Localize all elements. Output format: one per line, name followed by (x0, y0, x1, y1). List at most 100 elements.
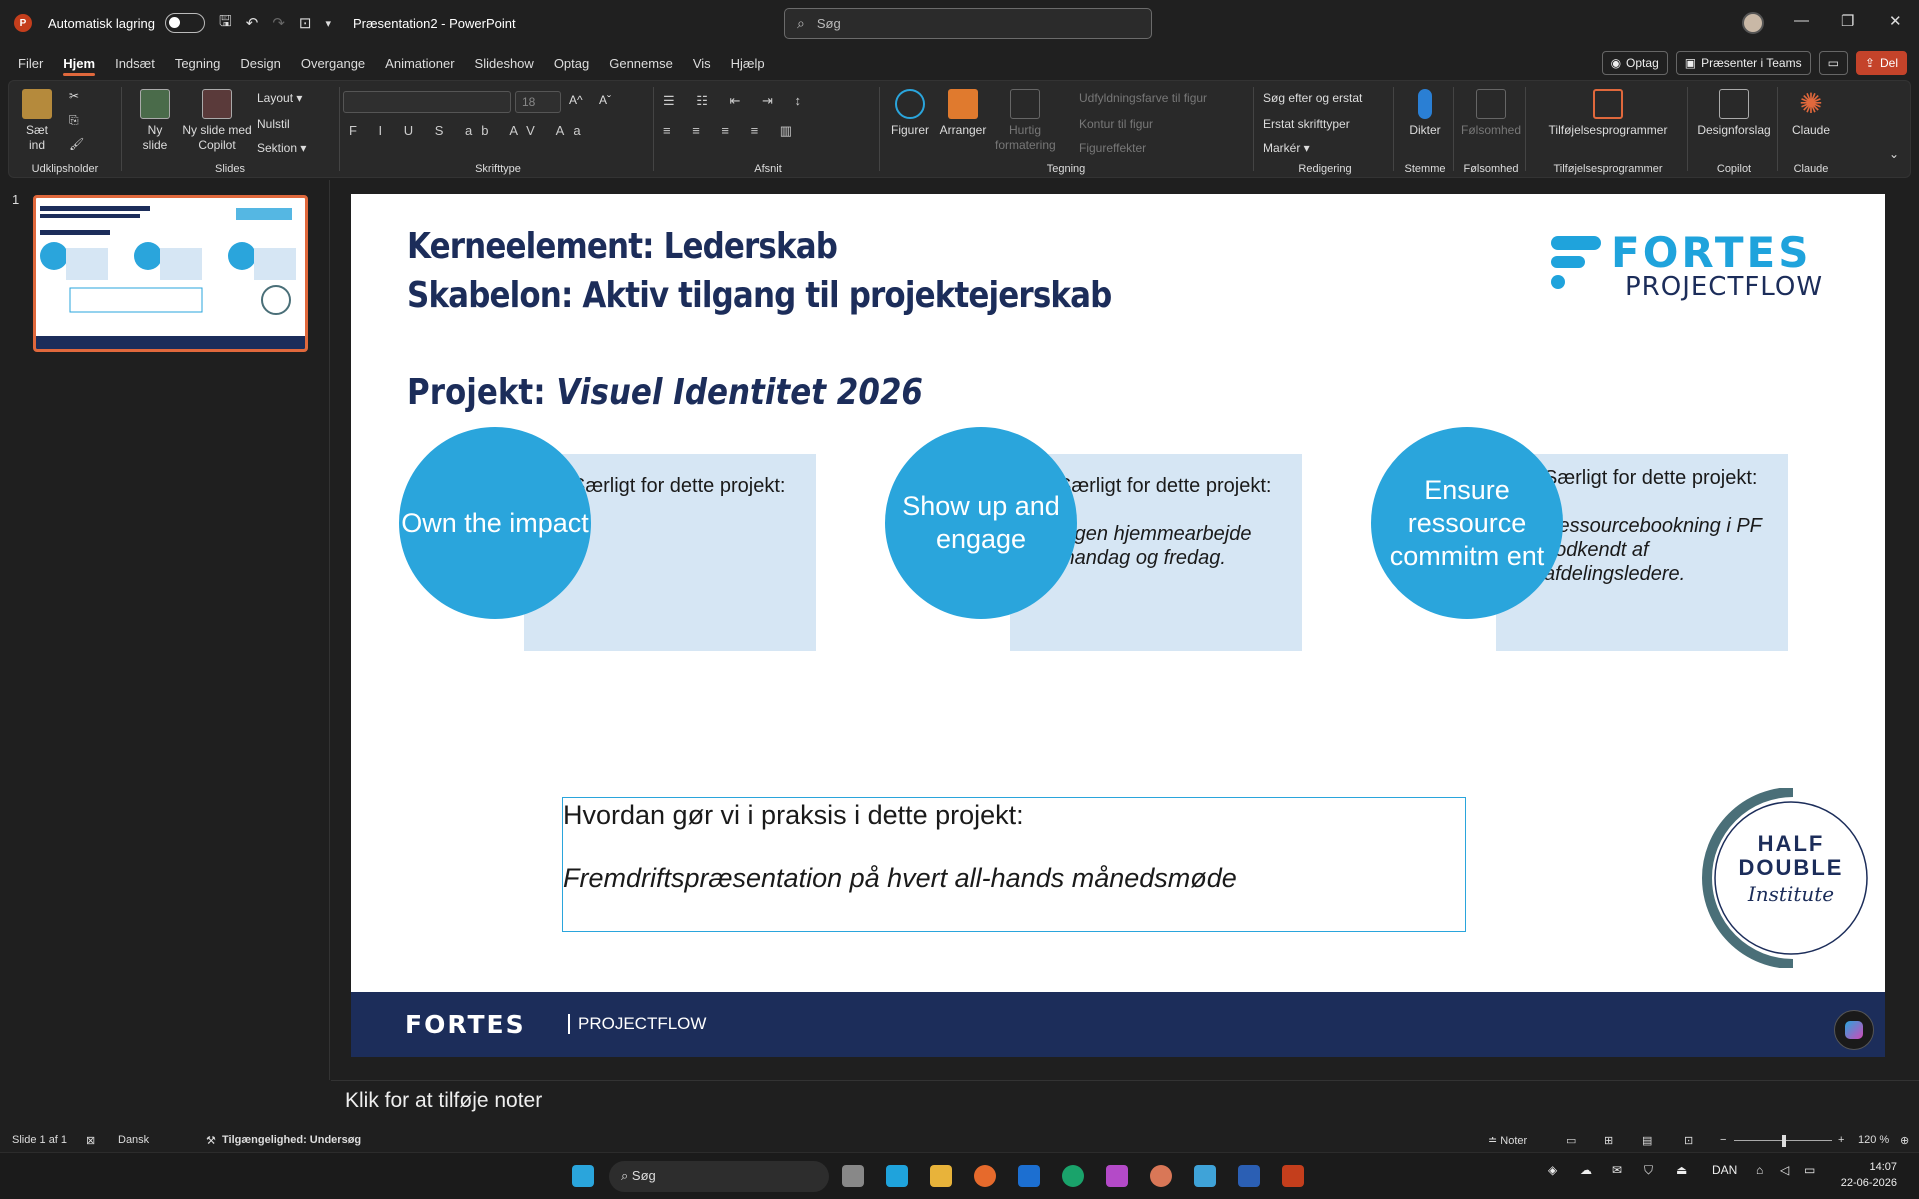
comments-button[interactable]: ▭ (1818, 51, 1848, 75)
quick-styles-button[interactable]: Hurtig formatering (995, 89, 1056, 153)
outlook-icon[interactable] (1018, 1165, 1040, 1187)
restore-icon[interactable]: ❐ (1841, 12, 1854, 30)
tab-view[interactable]: Vis (683, 46, 721, 80)
tab-animations[interactable]: Animationer (375, 46, 464, 80)
spellcheck-icon[interactable]: ⊠ (86, 1134, 95, 1147)
windows-start-icon[interactable] (572, 1165, 594, 1187)
word-icon[interactable] (1238, 1165, 1260, 1187)
shrink-font-icon[interactable]: Aˇ (599, 93, 611, 108)
shape-effects-button[interactable]: Figureffekter (1079, 141, 1146, 156)
align-buttons[interactable]: ≡ ≡ ≡ ≡ ▥ (663, 123, 801, 139)
tab-transitions[interactable]: Overgange (291, 46, 375, 80)
replace-fonts-button[interactable]: Erstat skrifttyper (1263, 117, 1350, 132)
collapse-ribbon-icon[interactable]: ⌄ (1889, 147, 1899, 162)
font-size-input[interactable]: 18 (515, 91, 561, 113)
tab-insert[interactable]: Indsæt (105, 46, 165, 80)
paste-button[interactable]: Sæt ind (17, 89, 57, 153)
project-heading[interactable]: Projekt: Visuel Identitet 2026 (407, 372, 923, 413)
sensitivity-button[interactable]: Følsomhed (1461, 89, 1521, 138)
undo-icon[interactable]: ↶ (246, 14, 259, 32)
cut-icon[interactable]: ✂ (69, 89, 79, 104)
font-family-input[interactable] (343, 91, 511, 113)
file-explorer-icon[interactable] (930, 1165, 952, 1187)
slideshow-icon[interactable]: ⊡ (1684, 1134, 1693, 1147)
firefox-icon[interactable] (974, 1165, 996, 1187)
claude-app-icon[interactable] (1150, 1165, 1172, 1187)
shape-outline-button[interactable]: Kontur til figur (1079, 117, 1153, 132)
record-button[interactable]: ◉ Optag (1601, 51, 1668, 75)
slide-title[interactable]: Kerneelement: Lederskab Skabelon: Aktiv … (407, 222, 1112, 320)
tab-design[interactable]: Design (230, 46, 290, 80)
network-icon[interactable]: ⌂ (1756, 1163, 1763, 1177)
battery-icon[interactable]: ▭ (1804, 1163, 1815, 1177)
fortes-logo[interactable]: FORTES PROJECTFLOW (1545, 228, 1845, 302)
teams-tray-icon[interactable]: ◈ (1548, 1163, 1557, 1177)
redo-icon[interactable]: ↷ (272, 14, 285, 32)
taskbar-search[interactable]: ⌕ Søg (609, 1161, 829, 1192)
list-buttons[interactable]: ☰ ☷ ⇤ ⇥ ↕ (663, 93, 810, 109)
new-slide-button[interactable]: Ny slide (135, 89, 175, 153)
grow-font-icon[interactable]: A^ (569, 93, 583, 108)
normal-view-icon[interactable]: ▭ (1566, 1134, 1576, 1147)
m365-icon[interactable] (1106, 1165, 1128, 1187)
dictate-button[interactable]: Dikter (1403, 89, 1447, 138)
usb-tray-icon[interactable]: ⏏ (1676, 1163, 1687, 1177)
slide-canvas[interactable]: Kerneelement: Lederskab Skabelon: Aktiv … (351, 194, 1885, 1057)
outlook-tray-icon[interactable]: ✉ (1612, 1163, 1622, 1177)
format-painter-icon[interactable]: 🖌 (69, 137, 84, 152)
copy-icon[interactable]: ⎘ (69, 113, 79, 128)
zoom-level[interactable]: 120 % (1858, 1134, 1889, 1146)
volume-icon[interactable]: ◁ (1780, 1163, 1789, 1177)
present-icon[interactable]: ⊡ (299, 14, 312, 32)
designer-button[interactable]: Designforslag (1693, 89, 1775, 138)
tab-help[interactable]: Hjælp (721, 46, 775, 80)
tab-file[interactable]: Filer (8, 46, 53, 80)
claude-button[interactable]: ✺ Claude (1785, 89, 1837, 138)
tab-review[interactable]: Gennemse (599, 46, 683, 80)
find-replace-button[interactable]: Søg efter og erstat (1263, 91, 1362, 106)
slide-thumbnail[interactable] (33, 195, 308, 352)
edge-icon[interactable] (1062, 1165, 1084, 1187)
pillar-circle-2[interactable]: Show up and engage (885, 427, 1077, 619)
accessibility-status[interactable]: Tilgængelighed: Undersøg (222, 1134, 361, 1146)
tab-home[interactable]: Hjem (53, 46, 105, 80)
onedrive-tray-icon[interactable]: ☁ (1580, 1163, 1592, 1177)
reading-view-icon[interactable]: ▤ (1642, 1134, 1652, 1147)
section-button[interactable]: Sektion ▾ (257, 141, 306, 156)
autosave-toggle[interactable] (164, 13, 205, 33)
security-tray-icon[interactable]: ⛉ (1644, 1163, 1653, 1178)
shape-fill-button[interactable]: Udfyldningsfarve til figur (1079, 91, 1207, 106)
tab-draw[interactable]: Tegning (165, 46, 231, 80)
minimize-icon[interactable]: — (1794, 12, 1809, 29)
practice-textbox[interactable]: Hvordan gør vi i praksis i dette projekt… (562, 797, 1466, 932)
zoom-slider-thumb[interactable] (1782, 1135, 1786, 1147)
font-format-buttons[interactable]: F I U S ab AV Aa (349, 123, 590, 138)
new-slide-copilot-button[interactable]: Ny slide med Copilot (181, 89, 253, 153)
fit-to-window-icon[interactable]: ⊕ (1900, 1134, 1909, 1147)
notes-pane[interactable]: Klik for at tilføje noter (331, 1080, 1919, 1122)
system-clock[interactable]: 14:07 22-06-2026 (1841, 1159, 1897, 1191)
pillar-circle-1[interactable]: Own the impact (399, 427, 591, 619)
language-status[interactable]: Dansk (118, 1134, 149, 1146)
select-button[interactable]: Markér ▾ (1263, 141, 1310, 156)
fortes-app-icon[interactable] (886, 1165, 908, 1187)
avatar[interactable] (1742, 12, 1764, 34)
tab-slideshow[interactable]: Slideshow (465, 46, 544, 80)
zoom-out-icon[interactable]: − (1720, 1134, 1726, 1146)
copilot-button[interactable] (1834, 1010, 1874, 1050)
customize-qat-icon[interactable]: ▾ (325, 17, 331, 30)
keyboard-language[interactable]: DAN (1712, 1163, 1737, 1177)
half-double-logo[interactable]: HALF DOUBLE Institute (1701, 787, 1873, 969)
arrange-button[interactable]: Arranger (937, 89, 989, 138)
pillar-circle-3[interactable]: Ensure ressource commitm ent (1371, 427, 1563, 619)
present-in-teams-button[interactable]: ▣ Præsenter i Teams (1675, 51, 1811, 75)
slide-sorter-icon[interactable]: ⊞ (1604, 1134, 1613, 1147)
close-icon[interactable]: ✕ (1889, 12, 1902, 30)
notes-toggle[interactable]: ≐ Noter (1488, 1134, 1527, 1147)
save-icon[interactable]: 🖫 (219, 11, 232, 36)
layout-button[interactable]: Layout ▾ (257, 91, 302, 106)
reset-button[interactable]: Nulstil (257, 117, 290, 132)
notepad-icon[interactable] (1194, 1165, 1216, 1187)
search-input[interactable]: ⌕ Søg (784, 8, 1152, 39)
addins-button[interactable]: Tilføjelsesprogrammer (1533, 89, 1683, 138)
